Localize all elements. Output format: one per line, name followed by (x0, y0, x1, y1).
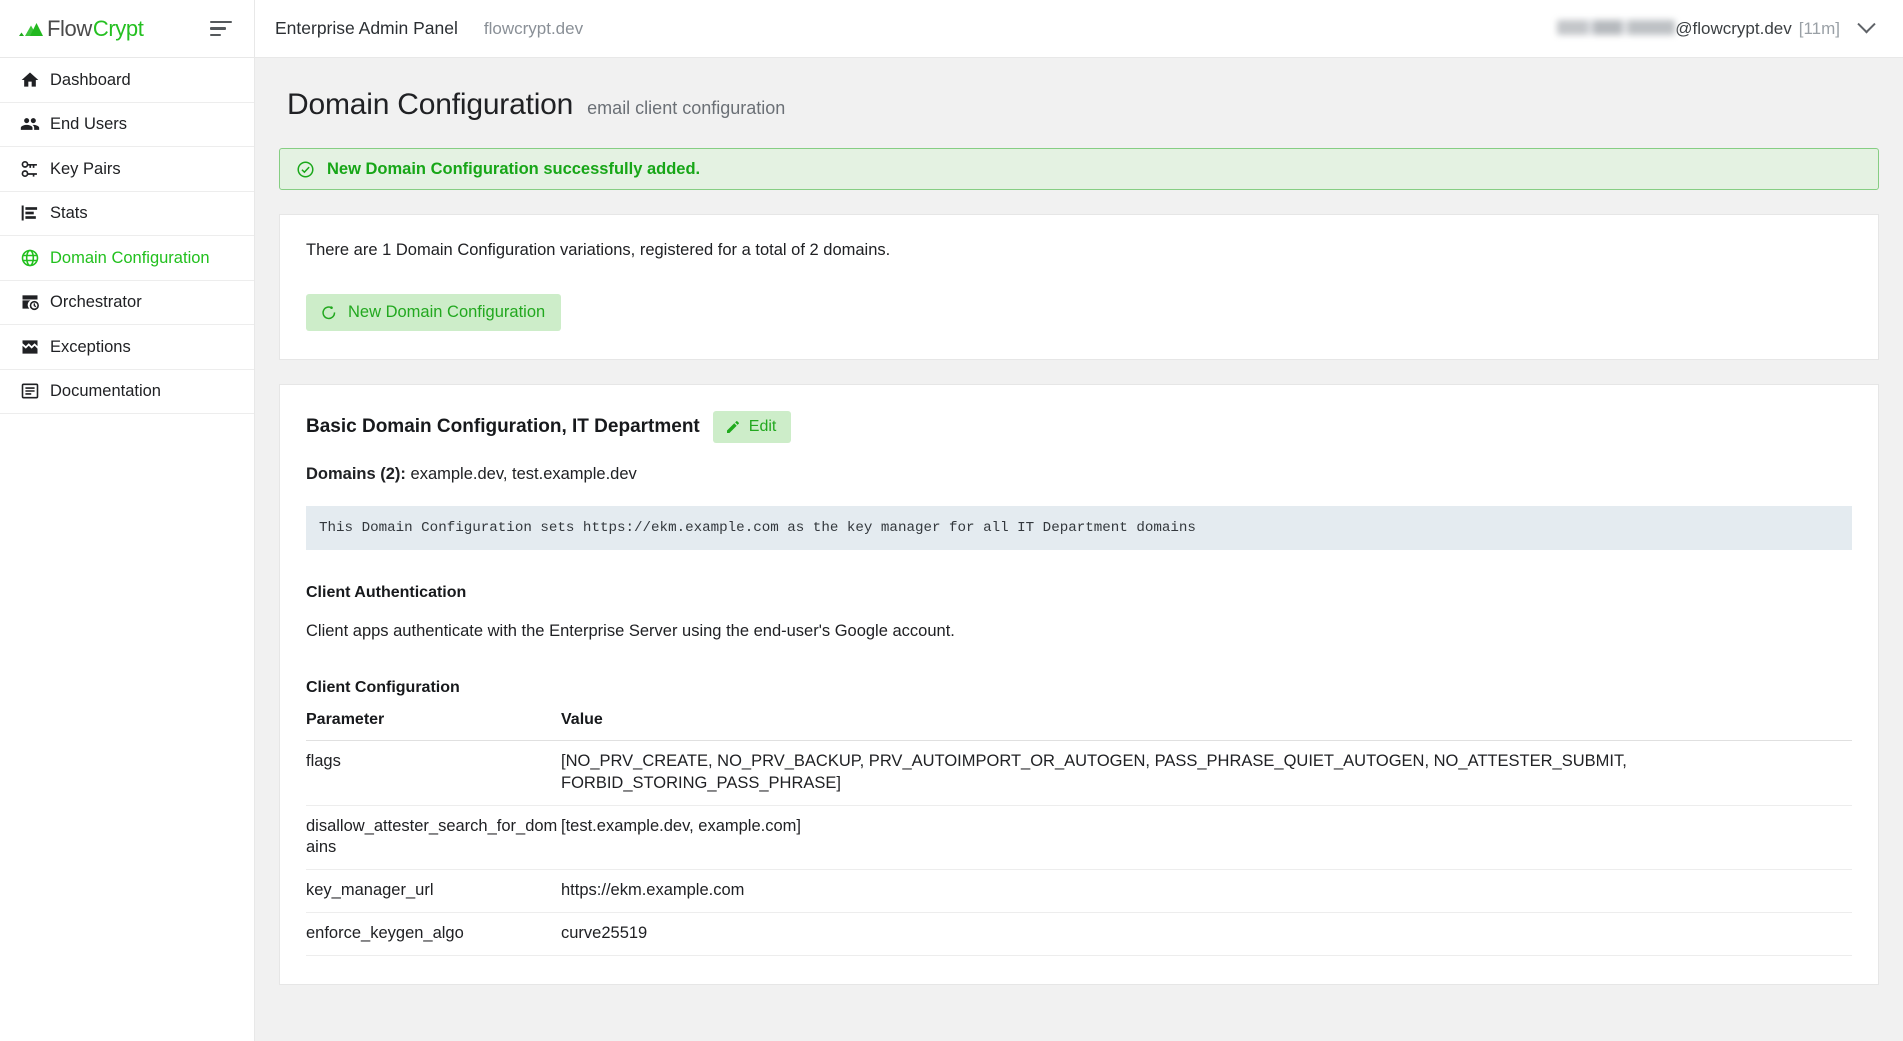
table-row: flags [NO_PRV_CREATE, NO_PRV_BACKUP, PRV… (306, 740, 1852, 806)
table-row: disallow_attester_search_for_domains [te… (306, 805, 1852, 871)
flowcrypt-mountain-logo-icon (18, 20, 46, 38)
edit-button-label: Edit (748, 418, 777, 435)
cell-parameter: key_manager_url (306, 869, 561, 913)
domain-configuration-card: Basic Domain Configuration, IT Departmen… (279, 384, 1879, 985)
sidebar-label: Key Pairs (50, 159, 121, 178)
sidebar-label: Orchestrator (50, 293, 142, 311)
logo-text-crypt: Crypt (92, 15, 144, 41)
hamburger-menu-icon[interactable] (210, 17, 232, 41)
table-row: enforce_keygen_algo curve25519 (306, 912, 1852, 956)
table-row: key_manager_url https://ekm.example.com (306, 869, 1852, 913)
success-alert-text: New Domain Configuration successfully ad… (327, 159, 701, 178)
sidebar-item-exceptions[interactable]: Exceptions (0, 325, 254, 370)
domains-label: Domains (2): (306, 465, 406, 483)
pencil-icon (725, 419, 741, 435)
client-configuration-table: Parameter Value flags [NO_PRV_CREATE, NO… (306, 711, 1852, 956)
account-username-redacted (1557, 19, 1676, 35)
account-label: @flowcrypt.dev [11m] (1557, 19, 1840, 39)
summary-card: There are 1 Domain Configuration variati… (279, 214, 1879, 360)
chevron-down-icon[interactable] (1857, 15, 1876, 34)
top-bar-main: Enterprise Admin Panel flowcrypt.dev @fl… (255, 0, 1903, 57)
schedule-icon (20, 292, 50, 312)
check-circle-icon (296, 160, 315, 179)
sidebar-item-stats[interactable]: Stats (0, 192, 254, 236)
column-header-parameter: Parameter (306, 711, 561, 741)
account-menu[interactable]: @flowcrypt.dev [11m] (1557, 15, 1876, 39)
client-authentication-body: Client apps authenticate with the Enterp… (306, 622, 955, 640)
sidebar-item-key-pairs[interactable]: Key Pairs (0, 147, 254, 192)
home-icon (20, 70, 50, 90)
domains-line: Domains (2): example.dev, test.example.d… (306, 465, 1852, 484)
sidebar-item-end-users[interactable]: End Users (0, 103, 254, 147)
table-header-row: Parameter Value (306, 711, 1852, 741)
config-code-note: This Domain Configuration sets https://e… (306, 506, 1852, 550)
new-domain-configuration-button[interactable]: New Domain Configuration (306, 294, 562, 331)
cell-parameter: disallow_attester_search_for_domains (306, 805, 561, 871)
sidebar-item-domain-configuration[interactable]: Domain Configuration (0, 236, 254, 281)
cell-value: [NO_PRV_CREATE, NO_PRV_BACKUP, PRV_AUTOI… (561, 740, 1852, 806)
sidebar-item-dashboard[interactable]: Dashboard (0, 58, 254, 103)
column-header-value: Value (561, 711, 1852, 741)
cell-parameter: enforce_keygen_algo (306, 912, 561, 956)
flowcrypt-logo[interactable]: Flow Crypt (18, 15, 144, 42)
page-subtitle: email client configuration (587, 98, 786, 118)
key-icon (20, 159, 50, 179)
success-alert: New Domain Configuration successfully ad… (279, 148, 1879, 190)
cell-value: [test.example.dev, example.com] (561, 805, 1852, 871)
body: Dashboard End Users Key Pairs Stats Doma… (0, 58, 1903, 1041)
brand-zone: Flow Crypt (0, 0, 255, 57)
sidebar-label: End Users (50, 115, 128, 133)
account-session: [11m] (1798, 18, 1840, 38)
main-content: Domain Configuration email client config… (255, 58, 1903, 1041)
sidebar-label: Dashboard (50, 70, 131, 89)
app-title: Enterprise Admin Panel (275, 18, 458, 38)
logo-text-flow: Flow (47, 15, 92, 41)
config-header: Basic Domain Configuration, IT Departmen… (306, 411, 1852, 443)
new-domain-configuration-label: New Domain Configuration (348, 303, 546, 321)
sidebar-label: Exceptions (50, 337, 131, 356)
cell-value: https://ekm.example.com (561, 869, 1852, 913)
account-domain: @flowcrypt.dev (1675, 18, 1792, 38)
summary-info-text: There are 1 Domain Configuration variati… (306, 241, 891, 259)
top-bar: Flow Crypt Enterprise Admin Panel flowcr… (0, 0, 1903, 58)
sidebar-label: Documentation (50, 382, 161, 400)
domains-value: example.dev, test.example.dev (410, 465, 637, 483)
client-configuration-heading: Client Configuration (306, 679, 460, 696)
app-root: Flow Crypt Enterprise Admin Panel flowcr… (0, 0, 1903, 1041)
config-title: Basic Domain Configuration, IT Departmen… (306, 416, 700, 437)
article-icon (20, 381, 50, 401)
client-authentication-heading: Client Authentication (306, 584, 467, 601)
sidebar-label: Domain Configuration (50, 248, 210, 267)
people-icon (20, 114, 50, 134)
page-title: Domain Configuration (287, 88, 574, 121)
page-header: Domain Configuration email client config… (255, 58, 1903, 122)
sidebar: Dashboard End Users Key Pairs Stats Doma… (0, 58, 255, 1041)
app-domain: flowcrypt.dev (483, 18, 584, 38)
sidebar-label: Stats (50, 204, 88, 222)
cell-value: curve25519 (561, 912, 1852, 956)
sidebar-item-orchestrator[interactable]: Orchestrator (0, 281, 254, 325)
bar-chart-icon (20, 203, 50, 223)
sidebar-item-documentation[interactable]: Documentation (0, 370, 254, 414)
cell-parameter: flags (306, 740, 561, 806)
broken-image-icon (20, 337, 50, 357)
edit-button[interactable]: Edit (712, 411, 792, 443)
refresh-plus-icon (320, 304, 338, 322)
globe-icon (20, 248, 50, 268)
